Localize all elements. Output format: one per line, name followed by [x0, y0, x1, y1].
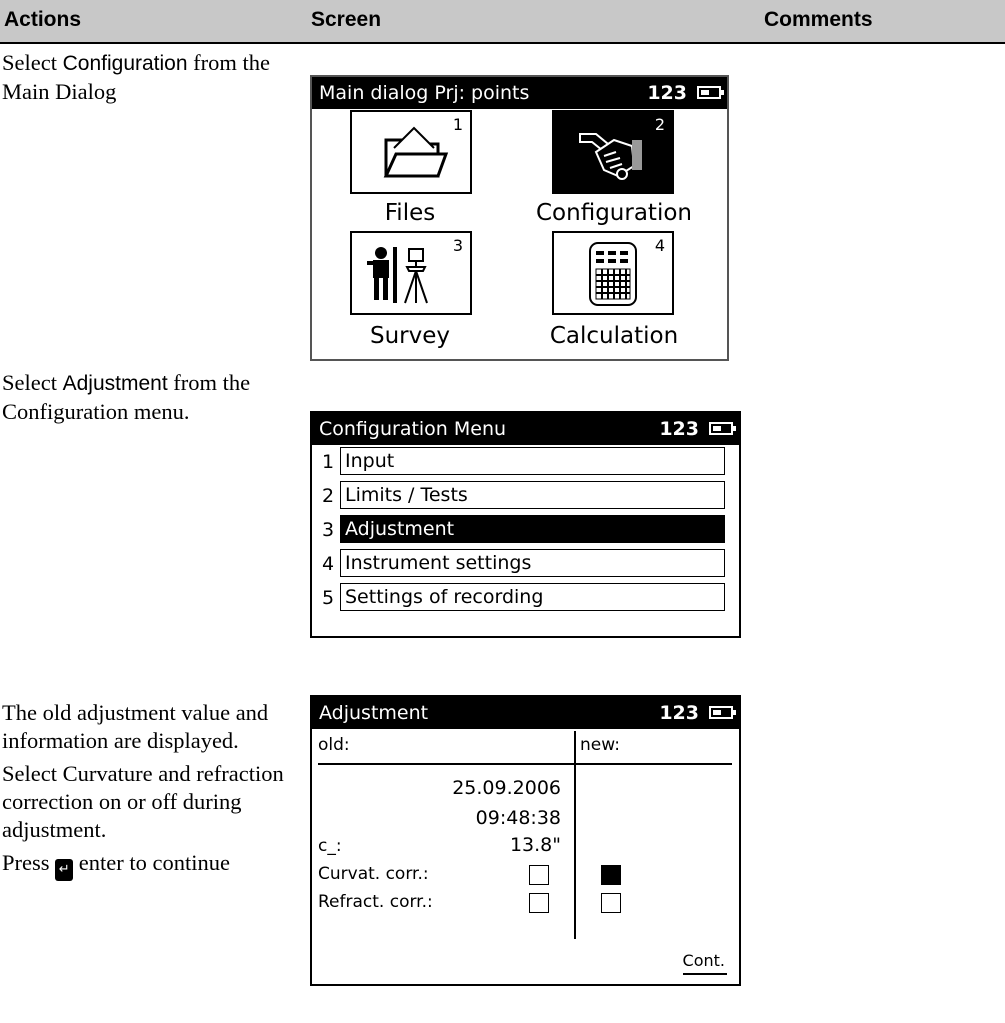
tile-configuration-num: 2	[654, 115, 665, 134]
tile-files-label: Files	[384, 200, 436, 226]
refraction-new-checkbox[interactable]	[601, 893, 621, 913]
action-3-p2: Select Curvature and refraction correcti…	[2, 761, 284, 842]
table-header: Actions Screen Comments	[0, 0, 1005, 44]
c-value: 13.8"	[509, 834, 561, 856]
action-text-3: The old adjustment value and information…	[2, 699, 302, 886]
refraction-label: Refract. corr.:	[318, 892, 433, 912]
enter-key-icon: ↵	[55, 859, 74, 881]
adjustment-input-mode-indicator: 123	[659, 702, 699, 724]
action-3-p3: Press ↵ enter to continue	[2, 849, 302, 881]
menu-item-input[interactable]: 1 Input	[312, 447, 739, 479]
action-1-term: Configuration	[62, 52, 188, 75]
main-dialog-screen: Main dialog Prj: points 123 1 Files 2 Co…	[310, 75, 729, 361]
configuration-menu-screen: Configuration Menu 123 1 Input 2 Limits …	[310, 411, 741, 638]
calculator-icon	[589, 242, 637, 306]
menu-item-limits-tests[interactable]: 2 Limits / Tests	[312, 481, 739, 513]
tile-configuration-label: Configuration	[536, 200, 692, 226]
menu-item-number: 2	[322, 485, 335, 507]
config-battery-icon	[709, 422, 736, 435]
adjustment-title: Adjustment	[319, 702, 429, 724]
tile-survey-num: 3	[452, 236, 463, 255]
menu-item-number: 1	[322, 451, 335, 473]
tile-calculation-num: 4	[654, 236, 665, 255]
menu-item-label: Input	[340, 447, 725, 475]
tile-files[interactable]: 1	[350, 110, 472, 194]
adjustment-titlebar: Adjustment 123	[312, 697, 739, 729]
config-menu-titlebar: Configuration Menu 123	[312, 413, 739, 445]
menu-item-label: Limits / Tests	[340, 481, 725, 509]
c-label: c_:	[318, 836, 342, 856]
header-comments: Comments	[764, 8, 873, 31]
menu-item-number: 3	[322, 519, 335, 541]
curvature-old-checkbox	[529, 865, 549, 885]
menu-item-instrument-settings[interactable]: 4 Instrument settings	[312, 549, 739, 581]
adjustment-date: 25.09.2006	[452, 777, 561, 799]
tile-configuration[interactable]: 2	[552, 110, 674, 194]
menu-item-number: 5	[322, 587, 335, 609]
curvature-label: Curvat. corr.:	[318, 864, 429, 884]
adjustment-screen: Adjustment 123 old: new: 25.09.2006 09:4…	[310, 695, 741, 986]
folder-icon	[383, 126, 449, 178]
divider-vertical	[574, 731, 576, 939]
config-menu-title: Configuration Menu	[319, 418, 507, 440]
main-dialog-titlebar: Main dialog Prj: points 123	[312, 77, 727, 109]
wrench-hand-icon	[579, 133, 642, 180]
action-3-press: Press	[2, 850, 56, 875]
tile-calculation[interactable]: 4	[552, 231, 674, 315]
menu-item-label: Adjustment	[340, 515, 725, 543]
action-1-pre: Select	[2, 50, 63, 75]
action-3-p1: The old adjustment value and information…	[2, 700, 269, 753]
action-text-2: Select Adjustment from the Configuration…	[2, 369, 302, 431]
refraction-old-checkbox	[529, 893, 549, 913]
action-2-pre: Select	[2, 370, 63, 395]
surveyor-icon	[367, 247, 428, 304]
battery-icon	[697, 86, 724, 99]
cont-softkey[interactable]: Cont.	[683, 951, 725, 970]
tile-files-num: 1	[452, 115, 463, 134]
tile-survey-label: Survey	[369, 323, 450, 349]
menu-item-settings-of-recording[interactable]: 5 Settings of recording	[312, 583, 739, 615]
menu-item-number: 4	[322, 553, 335, 575]
curvature-new-checkbox[interactable]	[601, 865, 621, 885]
header-actions: Actions	[4, 8, 82, 31]
tile-survey[interactable]: 3	[350, 231, 472, 315]
header-screen: Screen	[311, 8, 382, 31]
softkey-underline	[683, 973, 727, 975]
menu-item-label: Settings of recording	[340, 583, 725, 611]
action-3-continue: enter to continue	[73, 850, 230, 875]
tile-calculation-label: Calculation	[549, 323, 679, 349]
adjustment-time: 09:48:38	[475, 807, 561, 829]
action-2-term: Adjustment	[62, 372, 168, 395]
new-column-label: new:	[580, 735, 620, 755]
action-text-1: Select Configuration from the Main Dialo…	[2, 49, 302, 111]
adjustment-battery-icon	[709, 706, 736, 719]
main-dialog-title: Main dialog Prj: points	[319, 82, 530, 104]
config-input-mode-indicator: 123	[659, 418, 699, 440]
divider-horizontal	[318, 763, 732, 765]
old-column-label: old:	[318, 735, 350, 755]
menu-item-adjustment[interactable]: 3 Adjustment	[312, 515, 739, 547]
menu-item-label: Instrument settings	[340, 549, 725, 577]
input-mode-indicator: 123	[647, 82, 687, 104]
